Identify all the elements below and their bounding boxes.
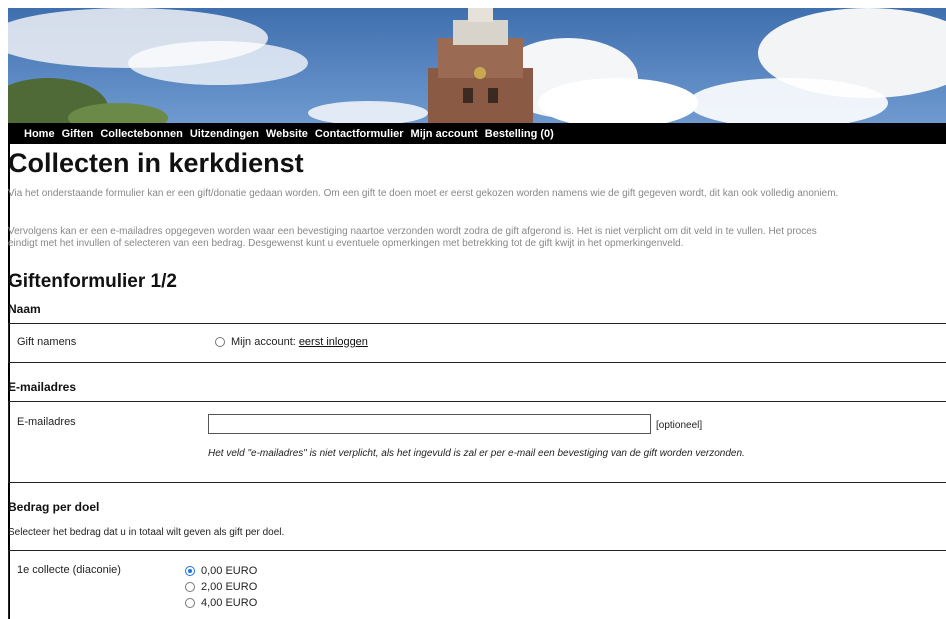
optional-indicator: [optioneel]	[656, 420, 703, 431]
nav-giften[interactable]: Giften	[62, 128, 94, 140]
eerst-inloggen-link[interactable]: eerst inloggen	[299, 336, 368, 348]
section-heading-naam: Naam	[8, 302, 41, 316]
amount-option-2[interactable]: 4,00 EURO	[185, 597, 257, 609]
collecte-diaconie-label: 1e collecte (diaconie)	[17, 564, 121, 576]
amount-option-0[interactable]: 0,00 EURO	[185, 565, 257, 577]
amount-option-2-label: 4,00 EURO	[201, 597, 258, 609]
section-heading-bedrag: Bedrag per doel	[8, 500, 100, 514]
nav-bestelling[interactable]: Bestelling (0)	[485, 128, 554, 140]
nav-collectebonnen[interactable]: Collectebonnen	[100, 128, 183, 140]
amount-radio-2[interactable]	[185, 598, 195, 608]
nav-uitzendingen[interactable]: Uitzendingen	[190, 128, 259, 140]
mijn-account-option-label: Mijn account:	[231, 336, 296, 348]
bedrag-note: Selecteer het bedrag dat u in totaal wil…	[8, 527, 285, 538]
intro-paragraph-1: Via het onderstaande formulier kan er ee…	[8, 188, 839, 199]
form-title: Giftenformulier 1/2	[8, 271, 177, 292]
email-fieldset: E-mailadres [optioneel] Het veld "e-mail…	[8, 401, 946, 483]
intro-paragraph-2-line-2: eindigt met het invullen of selecteren v…	[8, 238, 684, 249]
section-heading-email: E-mailadres	[8, 380, 77, 394]
nav-contactformulier[interactable]: Contactformulier	[315, 128, 404, 140]
mijn-account-radio[interactable]	[215, 337, 225, 347]
nav-website[interactable]: Website	[266, 128, 308, 140]
nav-mijn-account[interactable]: Mijn account	[411, 128, 478, 140]
intro-paragraph-2: Vervolgens kan er een e-mailadres opgege…	[8, 226, 946, 250]
gift-namens-label: Gift namens	[17, 336, 77, 348]
bedrag-fieldset: 1e collecte (diaconie) 0,00 EURO 2,00 EU…	[8, 550, 946, 619]
nav-home[interactable]: Home	[24, 128, 55, 140]
amount-option-0-label: 0,00 EURO	[201, 565, 258, 577]
email-label: E-mailadres	[17, 416, 76, 428]
email-hint: Het veld "e-mailadres" is niet verplicht…	[208, 448, 745, 459]
amount-radio-0[interactable]	[185, 566, 195, 576]
page-title: Collecten in kerkdienst	[8, 148, 304, 178]
main-content: Collecten in kerkdienst Via het ondersta…	[8, 144, 946, 619]
naam-fieldset: Gift namens Mijn account: eerst inloggen	[8, 323, 946, 363]
mijn-account-option[interactable]: Mijn account: eerst inloggen	[215, 336, 368, 348]
header-banner-image	[8, 8, 946, 123]
top-margin	[0, 0, 946, 8]
amount-radio-1[interactable]	[185, 582, 195, 592]
main-navigation: Home Giften Collectebonnen Uitzendingen …	[8, 123, 946, 144]
amount-option-1-label: 2,00 EURO	[201, 581, 258, 593]
email-input[interactable]	[208, 414, 651, 434]
amount-option-1[interactable]: 2,00 EURO	[185, 581, 257, 593]
intro-paragraph-2-line-1: Vervolgens kan er een e-mailadres opgege…	[8, 226, 817, 237]
